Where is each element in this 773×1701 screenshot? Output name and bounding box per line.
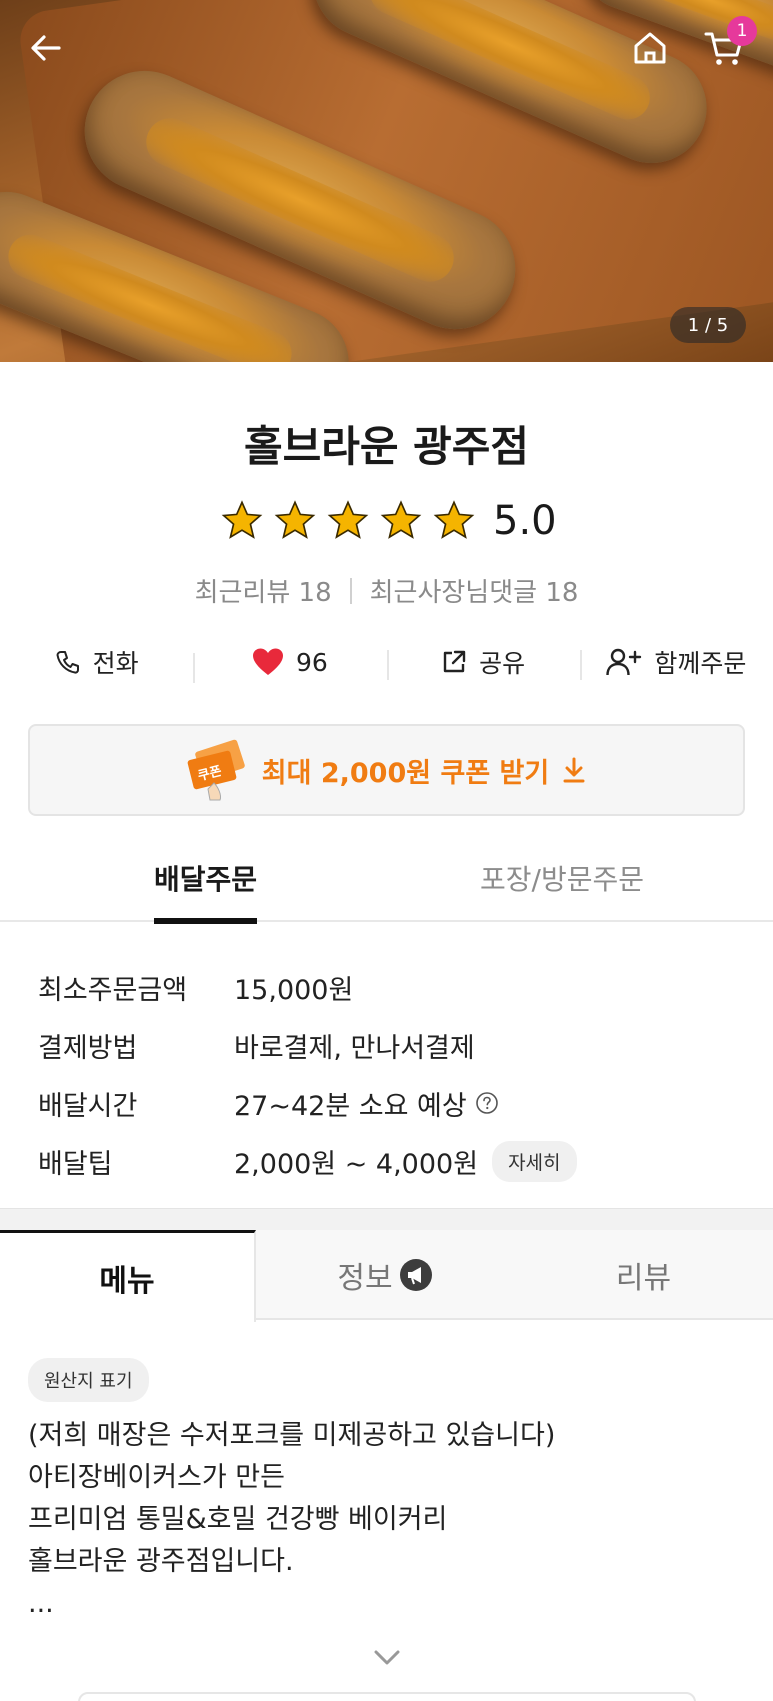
coupon-icon: 쿠폰 [187, 739, 245, 801]
owner-replies-count[interactable]: 최근사장님댓글 18 [370, 572, 579, 609]
main-tabs: 메뉴 정보 리뷰 [0, 1230, 773, 1322]
share-button[interactable]: 공유 [386, 644, 580, 680]
section-divider [0, 1208, 773, 1230]
description-line: 홀브라운 광주점입니다. [28, 1546, 294, 1577]
like-button[interactable]: 96 [193, 647, 386, 683]
tab-delivery-order[interactable]: 배달주문 [154, 858, 258, 924]
coupon-button[interactable]: 쿠폰 최대 2,000원 쿠폰 받기 [28, 724, 745, 816]
help-icon[interactable] [475, 1091, 499, 1115]
divider [349, 577, 352, 604]
store-name: 홀브라운 광주점 [243, 422, 530, 471]
delivery-tip-detail-button[interactable]: 자세히 [492, 1140, 577, 1182]
info-label: 배달팁 [38, 1148, 113, 1180]
phone-icon [56, 651, 79, 674]
tab-info[interactable]: 정보 [256, 1230, 514, 1320]
info-row: 결제방법 바로결제, 만나서결제 [38, 1016, 577, 1074]
rating-value: 5.0 [493, 498, 557, 544]
info-row: 최소주문금액 15,000원 [38, 958, 577, 1016]
info-row: 배달시간 27~42분 소요 예상 [38, 1074, 577, 1132]
delivery-info: 최소주문금액 15,000원 결제방법 바로결제, 만나서결제 배달시간 27~… [38, 958, 577, 1190]
info-value-wrap: 2,000원 ~ 4,000원 자세히 [234, 1140, 577, 1182]
info-label: 결제방법 [38, 1032, 138, 1064]
origin-label-button[interactable]: 원산지 표기 [28, 1358, 149, 1402]
call-button[interactable]: 전화 [0, 644, 193, 680]
recent-reviews-count[interactable]: 최근리뷰 18 [195, 572, 332, 609]
chevron-down-icon[interactable] [370, 1640, 404, 1674]
image-counter: 1 / 5 [670, 307, 746, 343]
megaphone-icon [399, 1259, 432, 1291]
star-icon [380, 500, 422, 539]
info-value: 바로결제, 만나서결제 [234, 1032, 475, 1064]
download-icon [563, 757, 585, 783]
tab-info-label: 정보 [337, 1261, 393, 1296]
add-person-icon [606, 648, 642, 676]
next-section-box [78, 1692, 696, 1701]
home-button[interactable] [628, 26, 672, 70]
cart-count-badge: 1 [727, 16, 757, 46]
call-label: 전화 [92, 649, 139, 678]
star-icon [221, 500, 263, 539]
tab-pickup-order[interactable]: 포장/방문주문 [480, 858, 644, 922]
description-line: 프리미엄 통밀&호밀 건강빵 베이커리 [28, 1504, 448, 1535]
description-line: 아티장베이커스가 만든 [28, 1462, 285, 1493]
description-line: ... [28, 1588, 54, 1619]
group-order-label: 함께주문 [654, 649, 747, 678]
info-row: 배달팁 2,000원 ~ 4,000원 자세히 [38, 1132, 577, 1190]
action-row: 전화 96 공유 함께주문 [0, 640, 773, 684]
share-label: 공유 [479, 649, 526, 678]
info-label: 배달시간 [38, 1090, 138, 1122]
hero-image[interactable]: 1 1 / 5 [0, 0, 773, 362]
rating-row: 5.0 [220, 495, 557, 547]
share-icon [443, 650, 466, 673]
info-value: 27~42분 소요 예상 [234, 1090, 467, 1122]
coupon-label: 최대 2,000원 쿠폰 받기 [261, 757, 550, 789]
star-icon [433, 500, 475, 539]
description-line: (저희 매장은 수저포크를 미제공하고 있습니다) [28, 1420, 556, 1451]
group-order-button[interactable]: 함께주문 [579, 644, 773, 680]
arrow-left-icon [31, 35, 61, 61]
tab-review[interactable]: 리뷰 [514, 1230, 773, 1320]
star-icon [327, 500, 369, 539]
info-value: 15,000원 [234, 974, 354, 1006]
store-description: (저희 매장은 수저포크를 미제공하고 있습니다) 아티장베이커스가 만든 프리… [28, 1415, 555, 1625]
like-count: 96 [295, 647, 328, 677]
heart-icon [252, 648, 283, 675]
review-summary: 최근리뷰 18 최근사장님댓글 18 [0, 572, 773, 609]
home-icon [634, 32, 666, 64]
tab-review-label: 리뷰 [615, 1261, 672, 1296]
order-type-tabs: 배달주문 포장/방문주문 [0, 858, 773, 924]
tab-menu-label: 메뉴 [99, 1263, 155, 1299]
info-label: 최소주문금액 [38, 974, 188, 1006]
back-button[interactable] [24, 26, 68, 70]
star-icon [274, 500, 316, 539]
info-value-wrap: 27~42분 소요 예상 [234, 1084, 499, 1123]
tab-menu[interactable]: 메뉴 [0, 1230, 256, 1322]
info-value: 2,000원 ~ 4,000원 [234, 1148, 479, 1180]
